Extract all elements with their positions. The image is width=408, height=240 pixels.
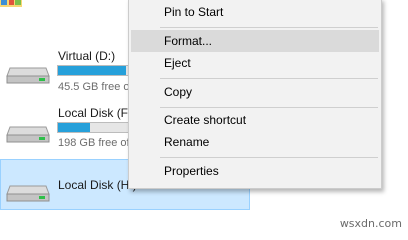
drive-usage-fill — [58, 66, 126, 75]
menu-item-label: Create shortcut — [164, 113, 247, 127]
menu-item-properties[interactable]: Properties — [131, 160, 379, 182]
menu-item-create-shortcut[interactable]: Create shortcut — [131, 109, 379, 131]
menu-separator — [160, 27, 378, 28]
context-menu: Pin to Start Format... Eject Copy Create… — [128, 0, 382, 189]
drive-icon — [6, 67, 50, 84]
file-explorer: Virtual (D:) 45.5 GB free o Local Disk (… — [0, 0, 408, 234]
menu-item-rename[interactable]: Rename — [131, 131, 379, 153]
folder-icon — [0, 0, 22, 7]
menu-item-label: Properties — [164, 164, 219, 178]
drive-free-space: 198 GB free of — [58, 137, 130, 149]
menu-item-format[interactable]: Format... — [131, 30, 379, 52]
menu-item-label: Eject — [164, 56, 191, 70]
drive-name: Local Disk (F:) — [58, 106, 136, 120]
drive-name: Local Disk (H:) — [58, 178, 137, 192]
menu-item-copy[interactable]: Copy — [131, 81, 379, 103]
drive-usage-bar — [57, 65, 129, 76]
menu-separator — [160, 157, 378, 158]
menu-separator — [160, 78, 378, 79]
watermark: wsxdn.com — [339, 217, 402, 230]
menu-item-label: Copy — [164, 85, 193, 99]
menu-separator — [160, 107, 378, 108]
drive-usage-fill — [58, 123, 90, 132]
drive-icon — [6, 185, 50, 202]
menu-item-eject[interactable]: Eject — [131, 52, 379, 74]
drive-free-space: 45.5 GB free o — [58, 81, 130, 93]
menu-item-label: Pin to Start — [164, 5, 224, 19]
menu-item-pin-to-start[interactable]: Pin to Start — [131, 1, 379, 23]
menu-item-label: Rename — [164, 135, 210, 149]
drive-usage-bar — [57, 122, 129, 133]
drive-icon — [6, 126, 50, 143]
menu-item-label: Format... — [164, 34, 213, 48]
drive-name: Virtual (D:) — [58, 49, 116, 63]
